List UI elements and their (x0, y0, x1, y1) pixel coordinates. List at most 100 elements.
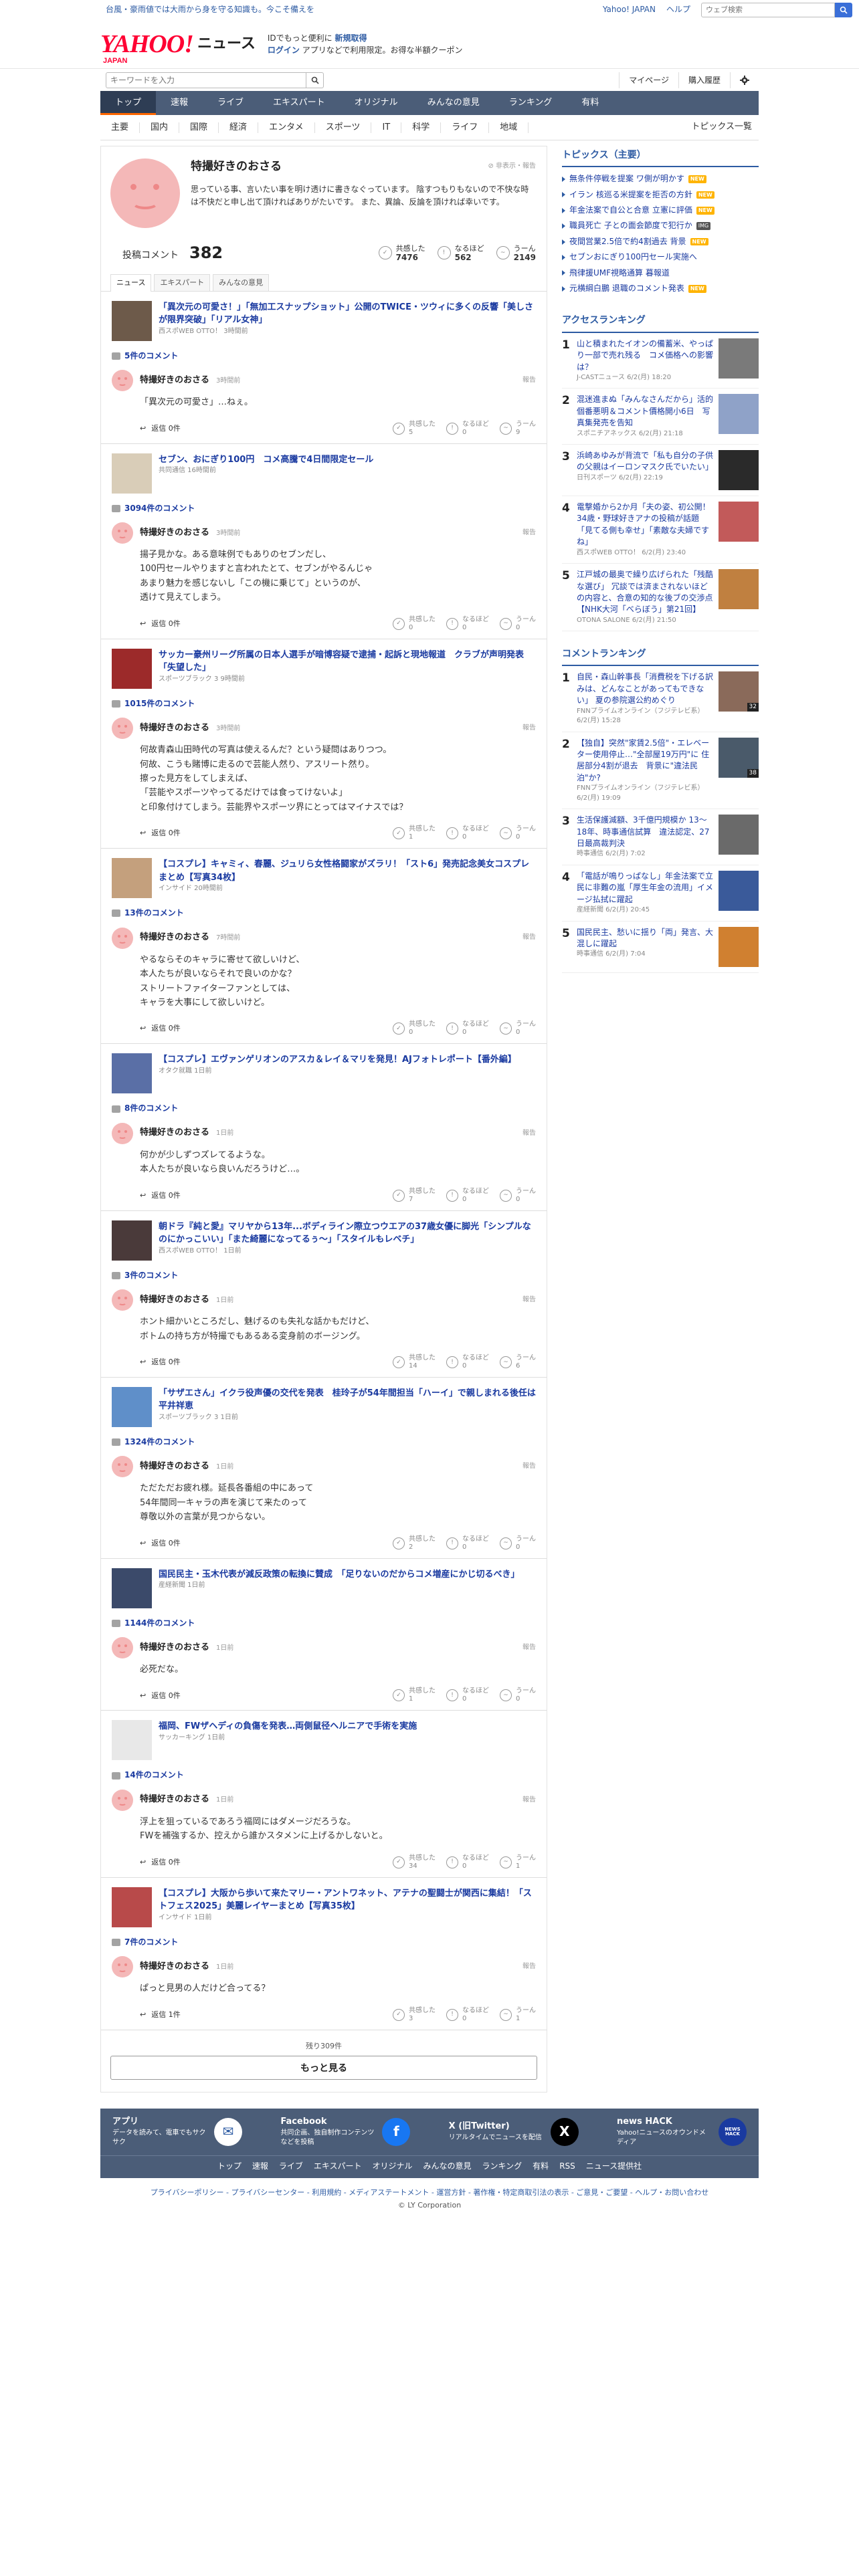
topic-item[interactable]: セブンおにぎり100円セール実施へ (562, 249, 759, 265)
legal-links[interactable]: プライバシーポリシー - プライバシーセンター - 利用規約 - メディアステー… (0, 2178, 859, 2201)
reply-button[interactable]: ↩ 返信 0件 (140, 1691, 181, 1701)
rank-thumbnail[interactable] (719, 815, 759, 855)
reaction-button[interactable]: ~ うーん 0 (500, 1535, 536, 1551)
nav-original[interactable]: オリジナル (340, 91, 413, 115)
comment-ranking-item[interactable]: 4 「電話が鳴りっぱなし」年金法案で立民に非難の嵐「厚生年金の流用」イメージ払拭に… (562, 865, 759, 922)
comment-author[interactable]: 特撮好きのおさる (140, 528, 209, 538)
rank-title[interactable]: 「電話が鳴りっぱなし」年金法案で立民に非難の嵐「厚生年金の流用」イメージ払拭に躍… (577, 871, 714, 905)
article-comment-count[interactable]: 1324件のコメント (112, 1436, 536, 1448)
reaction-button[interactable]: ✓ 共感した 7 (393, 1188, 436, 1204)
nav-expert[interactable]: エキスパート (258, 91, 340, 115)
nav-live[interactable]: ライブ (203, 91, 258, 115)
hide-report-link[interactable]: ⊘ 非表示・報告 (488, 162, 536, 172)
article-comment-count[interactable]: 5件のコメント (112, 350, 536, 362)
rank-thumbnail[interactable] (719, 338, 759, 379)
reaction-button[interactable]: ✓ 共感した 34 (393, 1854, 436, 1870)
load-more-button[interactable]: もっと見る (110, 2055, 537, 2080)
reply-button[interactable]: ↩ 返信 0件 (140, 1023, 181, 1034)
comment-ranking-item[interactable]: 3 生活保護減額、3千億円規模か 13～18年、時事通信試算 違法認定、27日最高… (562, 809, 759, 865)
purchase-history-link[interactable]: 購入履歴 (678, 72, 730, 88)
article-title[interactable]: 【コスプレ】エヴァンゲリオンのアスカ＆レイ＆マリを発見！AJフォトレポート【番外… (159, 1053, 516, 1067)
rank-title[interactable]: 生活保護減額、3千億円規模か 13～18年、時事通信試算 違法認定、27日最高裁… (577, 815, 714, 849)
article-thumbnail[interactable] (112, 453, 152, 494)
topic-item[interactable]: イラン 核巡る米提案を拒否の方針 NEW (562, 187, 759, 203)
rank-thumbnail[interactable] (719, 394, 759, 435)
reaction-button[interactable]: ✓ 共感した 2 (393, 1535, 436, 1551)
reaction-button[interactable]: ✓ 共感した 3 (393, 2007, 436, 2023)
subnav-it[interactable]: IT (371, 122, 402, 133)
report-link[interactable]: 報告 (522, 1462, 536, 1472)
yahoo-japan-link[interactable]: Yahoo! JAPAN (603, 4, 656, 15)
report-link[interactable]: 報告 (522, 1643, 536, 1653)
access-ranking-item[interactable]: 2 混迷進まぬ「みんなさんだから」活的個番悪明＆コメント價格開小6日 写真集発売を… (562, 389, 759, 445)
rank-title[interactable]: 自民・森山幹事長「消費税を下げる訳みは、どんなことがあってもできない」 夏の参院… (577, 671, 714, 706)
reaction-button[interactable]: ~ うーん 9 (500, 421, 536, 437)
rank-thumbnail[interactable] (719, 569, 759, 610)
article-title[interactable]: 「異次元の可愛さ！」「無加工スナップショット」公開のTWICE・ツウィに多くの反… (159, 301, 536, 327)
article-comment-count[interactable]: 8件のコメント (112, 1103, 536, 1114)
rank-title[interactable]: 浜崎あゆみが背流で「私も自分の子供の父親はイーロンマスク氏でいたい」 (577, 450, 714, 473)
comment-author[interactable]: 特撮好きのおさる (140, 1642, 209, 1652)
footer-link[interactable]: トップ (217, 2161, 242, 2172)
article-title[interactable]: 【コスプレ】大阪から歩いて来たマリー・アントワネット、アテナの聖闘士が関西に集結… (159, 1887, 536, 1913)
nav-opinion[interactable]: みんなの意見 (413, 91, 494, 115)
access-ranking-item[interactable]: 3 浜崎あゆみが背流で「私も自分の子供の父親はイーロンマスク氏でいたい」 日刊スポー… (562, 445, 759, 497)
subnav-domestic[interactable]: 国内 (140, 122, 180, 133)
reaction-button[interactable]: ~ うーん 1 (500, 1854, 536, 1870)
news-logo[interactable]: ニュース (197, 33, 256, 55)
comment-author[interactable]: 特撮好きのおさる (140, 1794, 209, 1804)
footer-link[interactable]: みんなの意見 (423, 2161, 472, 2172)
reply-button[interactable]: ↩ 返信 0件 (140, 1190, 181, 1201)
comment-ranking-item[interactable]: 2 【独自】突然"家賃2.5倍"・エレベーター使用停止…"全部屋19万円"に 住居… (562, 732, 759, 810)
reaction-button[interactable]: ! なるほど 0 (446, 1854, 489, 1870)
comment-author[interactable]: 特撮好きのおさる (140, 1961, 209, 1971)
ticker-link[interactable]: 台風・豪雨値では大雨から身を守る知識も。今こそ備えを (106, 4, 314, 15)
comment-author[interactable]: 特撮好きのおさる (140, 723, 209, 733)
article-title[interactable]: 【コスプレ】キャミィ、春麗、ジュリら女性格闘家がズラリ！「スト6」発売記念美女コ… (159, 858, 536, 884)
article-thumbnail[interactable] (112, 1053, 152, 1094)
comment-author[interactable]: 特撮好きのおさる (140, 932, 209, 942)
article-comment-count[interactable]: 1015件のコメント (112, 698, 536, 710)
comment-author[interactable]: 特撮好きのおさる (140, 1461, 209, 1471)
reaction-button[interactable]: ~ うーん 0 (500, 616, 536, 632)
reaction-button[interactable]: ! なるほど 0 (446, 616, 489, 632)
reaction-button[interactable]: ! なるほど 0 (446, 2007, 489, 2023)
rank-thumbnail[interactable]: 38 (719, 737, 759, 778)
reaction-button[interactable]: ✓ 共感した 1 (393, 1687, 436, 1703)
article-title[interactable]: サッカー豪州リーグ所属の日本人選手が暗博容疑で逮捕・起訴と現地報道 クラブが声明… (159, 649, 536, 675)
tab-opinion[interactable]: みんなの意見 (213, 274, 270, 291)
article-link[interactable]: 【コスプレ】大阪から歩いて来たマリー・アントワネット、アテナの聖闘士が関西に集結… (112, 1887, 536, 1927)
reply-button[interactable]: ↩ 返信 0件 (140, 1538, 181, 1549)
topic-item[interactable]: 元横綱白鵬 退職のコメント発表 NEW (562, 281, 759, 296)
rank-title[interactable]: 電撃婚から2か月「夫の姿、初公開！34歳・野球好きアナの投稿が話題「見てる側も幸… (577, 502, 714, 548)
article-link[interactable]: 朝ドラ『純と愛』マリヤから13年...ボディライン際立つウエアの37歳女優に脚光… (112, 1220, 536, 1261)
reaction-button[interactable]: ! なるほど 0 (446, 1687, 489, 1703)
article-thumbnail[interactable] (112, 858, 152, 899)
nav-top[interactable]: トップ (100, 91, 157, 115)
article-link[interactable]: 福岡、FWザヘディの負傷を発表…両側鼠径ヘルニアで手術を実施 サッカーキング 1日… (112, 1720, 536, 1761)
comment-author[interactable]: 特撮好きのおさる (140, 1295, 209, 1305)
article-title[interactable]: 国民民主・玉木代表が減反政策の転換に賛成 「足りないのだからコメ増産にかじ切るべ… (159, 1568, 520, 1582)
report-link[interactable]: 報告 (522, 933, 536, 943)
footer-link[interactable]: ランキング (482, 2161, 522, 2172)
reaction-button[interactable]: ! なるほど 0 (446, 421, 489, 437)
article-link[interactable]: 【コスプレ】エヴァンゲリオンのアスカ＆レイ＆マリを発見！AJフォトレポート【番外… (112, 1053, 536, 1094)
nav-breaking[interactable]: 速報 (156, 91, 203, 115)
subnav-local[interactable]: 地域 (489, 122, 529, 133)
access-ranking-item[interactable]: 4 電撃婚から2か月「夫の姿、初公開！34歳・野球好きアナの投稿が話題「見てる側も… (562, 496, 759, 564)
footer-link[interactable]: 速報 (252, 2161, 268, 2172)
comment-author[interactable]: 特撮好きのおさる (140, 375, 209, 385)
mypage-link[interactable]: マイページ (619, 72, 678, 88)
comment-ranking-item[interactable]: 5 国民民主、愁いに揺り「両」発言、大混しに躍起 時事通信 6/2(月) 7:04 (562, 922, 759, 973)
reaction-button[interactable]: ~ うーん 0 (500, 825, 536, 841)
tab-news[interactable]: ニュース (110, 274, 152, 292)
news-search-input[interactable] (106, 72, 306, 88)
reaction-button[interactable]: ✓ 共感した 1 (393, 825, 436, 841)
topic-item[interactable]: 職員死亡 子との面会節度で犯行か IMG (562, 218, 759, 233)
report-link[interactable]: 報告 (522, 724, 536, 734)
article-title[interactable]: 朝ドラ『純と愛』マリヤから13年...ボディライン際立つウエアの37歳女優に脚光… (159, 1220, 536, 1247)
reply-button[interactable]: ↩ 返信 0件 (140, 828, 181, 839)
access-ranking-item[interactable]: 1 山と積まれたイオンの備蓄米、やっぱり一部で売れ残る コメ価格への影響は？ J-C… (562, 333, 759, 389)
rank-thumbnail[interactable] (719, 926, 759, 967)
footer-link[interactable]: エキスパート (314, 2161, 362, 2172)
